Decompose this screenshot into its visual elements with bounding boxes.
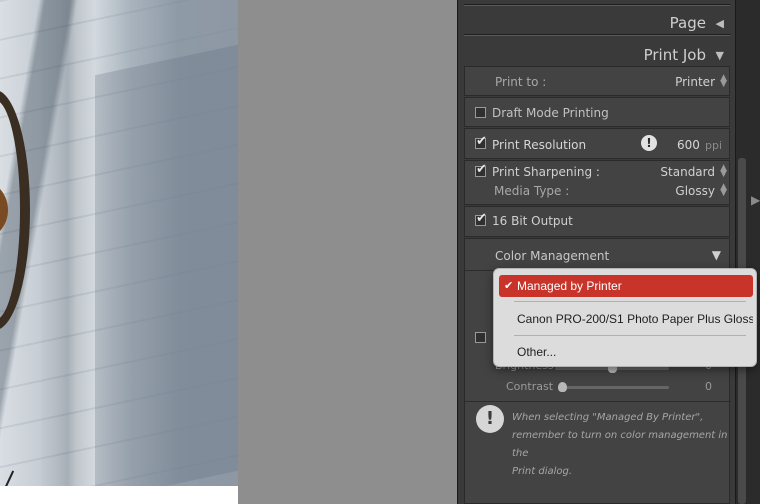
warning-icon: ! (641, 135, 657, 151)
expand-down-icon[interactable]: ▼ (716, 49, 724, 62)
color-management-dropdown: ✔ Managed by Printer Canon PRO-200/S1 Ph… (493, 268, 757, 367)
menu-item-managed-by-printer[interactable]: ✔ Managed by Printer (499, 275, 753, 297)
print-sharpening-checkbox[interactable] (475, 162, 487, 177)
photo-shadow (95, 44, 238, 486)
media-type-value[interactable]: Glossy (675, 184, 715, 198)
divider (464, 4, 730, 6)
menu-divider (514, 301, 746, 302)
print-resolution-unit: ppi (705, 139, 723, 152)
media-type-label: Media Type : (494, 184, 570, 198)
menu-item-label: Canon PRO-200/S1 Photo Paper Plus Glossy… (517, 312, 753, 326)
contrast-slider-knob[interactable] (558, 382, 567, 392)
print-preview-area (0, 0, 238, 504)
panel-scrollbar-strip: ▶ (735, 0, 760, 504)
menu-item-label: Other... (517, 345, 557, 359)
contrast-label: Contrast (506, 380, 554, 393)
stepper-icon[interactable]: ▲ ▼ (720, 164, 727, 179)
menu-divider (514, 335, 746, 336)
stepper-icon[interactable]: ▲ ▼ (720, 74, 727, 89)
collapse-right-panel-icon[interactable]: ▶ (751, 193, 760, 207)
print-resolution-label: Print Resolution (492, 138, 587, 152)
info-warning-icon: ! (476, 405, 504, 433)
print-sharpening-label: Print Sharpening : (492, 165, 600, 179)
draft-mode-box: Draft Mode Printing (464, 97, 730, 127)
right-panel: Page ◀ Print Job ▼ Print to : Printer ▲ ▼… (457, 0, 735, 504)
sharpening-box: Print Sharpening : Standard ▲▼ Media Typ… (464, 160, 730, 205)
print-job-title: Print Job (643, 46, 706, 64)
photo-detail (3, 470, 15, 486)
checkmark-icon: ✔ (504, 280, 514, 292)
menu-item-canon-profile[interactable]: Canon PRO-200/S1 Photo Paper Plus Glossy… (499, 308, 753, 330)
note-line: When selecting "Managed By Printer", (512, 412, 704, 423)
photo-preview (0, 0, 238, 486)
draft-mode-label: Draft Mode Printing (492, 106, 609, 120)
divider (464, 34, 730, 36)
print-resolution-box: Print Resolution ! 600 ppi (464, 128, 730, 159)
note-line: Print dialog. (512, 466, 573, 477)
stepper-icon[interactable]: ▲ ▼ (720, 183, 727, 198)
bit-output-label: 16 Bit Output (492, 214, 573, 228)
note-text: When selecting "Managed By Printer", rem… (512, 409, 729, 481)
print-resolution-checkbox[interactable] (475, 134, 487, 149)
photo-shadow (40, 0, 95, 486)
contrast-value[interactable]: 0 (705, 380, 712, 393)
print-to-label: Print to : (495, 75, 547, 89)
bit-output-box: 16 Bit Output (464, 206, 730, 237)
print-to-box: Print to : Printer ▲ ▼ (464, 66, 730, 96)
print-sharpening-value[interactable]: Standard (660, 165, 715, 179)
print-resolution-value[interactable]: 600 (677, 138, 700, 152)
print-to-value[interactable]: Printer (675, 75, 715, 89)
draft-mode-checkbox[interactable] (475, 107, 486, 118)
print-adjustment-checkbox[interactable] (475, 332, 486, 343)
menu-item-other[interactable]: Other... (499, 341, 753, 363)
color-management-label: Color Management (495, 249, 610, 263)
menu-item-label: Managed by Printer (517, 279, 622, 293)
collapse-left-icon[interactable]: ◀ (716, 17, 724, 30)
note-line: remember to turn on color management in … (512, 430, 728, 459)
contrast-slider-track[interactable] (559, 386, 669, 389)
expand-down-icon[interactable]: ▼ (712, 248, 721, 262)
bit-output-checkbox[interactable] (475, 211, 487, 226)
page-section-title: Page (669, 14, 706, 32)
divider (465, 401, 731, 402)
